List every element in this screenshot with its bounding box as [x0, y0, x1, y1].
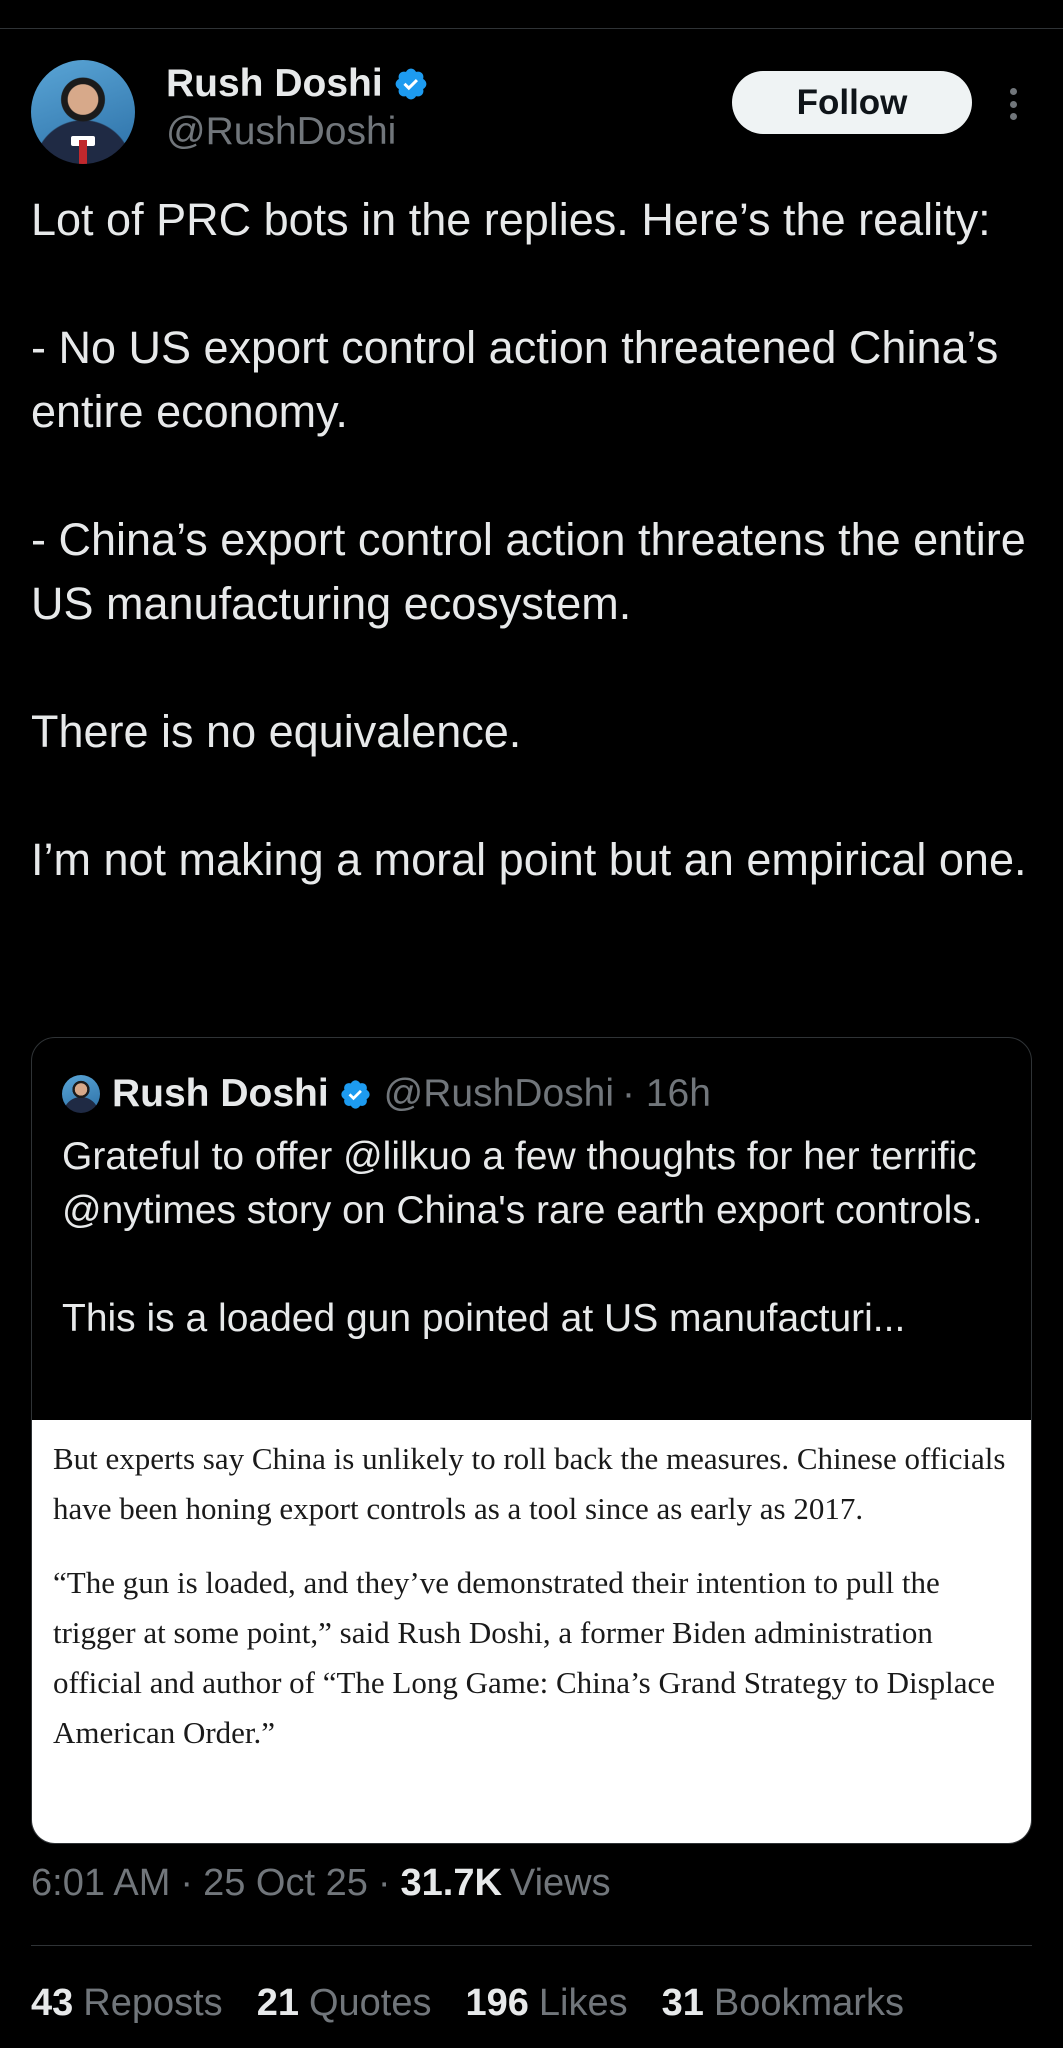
separator: · [180, 1862, 194, 1904]
likes-count: 196 [465, 1982, 529, 2024]
avatar-tie [79, 140, 87, 164]
tweet-paragraph: I’m not making a moral point but an empi… [31, 834, 1027, 885]
bookmarks-stat[interactable]: 31 Bookmarks [662, 1982, 904, 2025]
tweet-paragraph: - No US export control action threatened… [31, 322, 1011, 437]
likes-stat[interactable]: 196 Likes [466, 1982, 628, 2025]
excerpt-paragraph: “The gun is loaded, and they’ve demonstr… [53, 1565, 996, 1750]
stats-divider [31, 1945, 1032, 1946]
quoted-tweet-header: Rush Doshi @RushDoshi · 16h [62, 1070, 711, 1118]
more-options-icon[interactable] [998, 82, 1028, 126]
quoted-tweet-text: Grateful to offer @lilkuo a few thoughts… [62, 1130, 1012, 1346]
author-name-row: Rush Doshi [166, 62, 429, 106]
dot [1009, 113, 1017, 120]
tweet-text: Lot of PRC bots in the replies. Here’s t… [31, 188, 1031, 892]
quotes-count: 21 [256, 1982, 299, 2024]
quoted-author-handle: @RushDoshi [383, 1072, 615, 1115]
top-divider [0, 28, 1063, 29]
follow-button[interactable]: Follow [732, 71, 972, 134]
author-handle[interactable]: @RushDoshi [166, 110, 396, 154]
separator: · [377, 1862, 391, 1904]
author-avatar[interactable] [31, 60, 135, 164]
tweet-paragraph: Lot of PRC bots in the replies. Here’s t… [31, 194, 991, 245]
quoted-tweet-card[interactable]: Rush Doshi @RushDoshi · 16h Grateful to … [31, 1037, 1032, 1844]
article-excerpt-image[interactable]: But experts say China is unlikely to rol… [32, 1420, 1031, 1843]
bookmarks-label: Bookmarks [713, 1982, 904, 2024]
reposts-count: 43 [31, 1982, 74, 2024]
quoted-author-name: Rush Doshi [112, 1072, 329, 1115]
quotes-label: Quotes [308, 1982, 432, 2024]
reposts-label: Reposts [83, 1982, 223, 2024]
tweet-header: Rush Doshi @RushDoshi Follow [31, 60, 1041, 170]
quoted-author-avatar [62, 1075, 100, 1113]
likes-label: Likes [538, 1982, 628, 2024]
dot [1009, 88, 1017, 95]
author-name[interactable]: Rush Doshi [166, 62, 383, 106]
dot [1009, 100, 1017, 108]
tweet-paragraph: - China’s export control action threaten… [31, 514, 1039, 629]
quoted-paragraph: This is a loaded gun pointed at US manuf… [62, 1297, 906, 1340]
reposts-stat[interactable]: 43 Reposts [31, 1982, 223, 2025]
post-time[interactable]: 6:01 AM [31, 1862, 170, 1905]
views-label: Views [509, 1862, 611, 1904]
verified-badge-icon [395, 68, 427, 100]
excerpt-paragraph: But experts say China is unlikely to rol… [53, 1441, 1006, 1526]
quotes-stat[interactable]: 21 Quotes [257, 1982, 432, 2025]
views-count: 31.7K [400, 1862, 502, 1904]
bookmarks-count: 31 [661, 1982, 704, 2024]
quoted-tweet-time: · 16h [622, 1072, 711, 1115]
engagement-stats: 43 Reposts 21 Quotes 196 Likes 31 Bookma… [31, 1982, 938, 2025]
tweet-meta: 6:01 AM · 25 Oct 25 · 31.7K Views [31, 1862, 611, 1905]
tweet-paragraph: There is no equivalence. [31, 706, 522, 757]
quoted-paragraph: Grateful to offer @lilkuo a few thoughts… [62, 1135, 988, 1232]
verified-badge-icon [341, 1079, 370, 1109]
post-date[interactable]: 25 Oct 25 [203, 1862, 368, 1905]
